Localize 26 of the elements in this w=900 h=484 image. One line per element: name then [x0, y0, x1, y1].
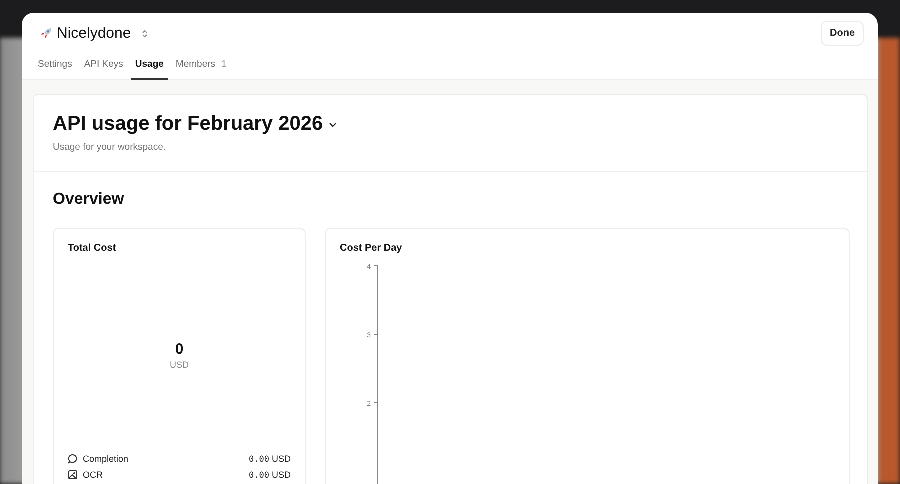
image-icon: [68, 470, 78, 480]
member-count: 1: [222, 59, 227, 70]
workspace-name: Nicelydone: [57, 25, 132, 42]
chat-bubble-icon: [68, 454, 78, 464]
tab[interactable]: Members 1: [172, 55, 231, 80]
cost-amount: 0.00 USD: [248, 470, 291, 480]
tab-label: Usage: [135, 59, 164, 70]
card-title: Total Cost: [68, 243, 118, 254]
rocket-icon: [40, 27, 53, 40]
cost-label: OCR: [83, 470, 103, 480]
page-subtitle: Usage for your workspace.: [53, 142, 167, 153]
chevron-up-down-icon[interactable]: [141, 28, 150, 38]
tab[interactable]: API Keys: [80, 55, 128, 80]
tab-label: Members: [176, 59, 216, 70]
card-title: Cost Per Day: [340, 243, 404, 254]
section-title: Overview: [53, 191, 126, 209]
total-value: 0: [175, 341, 184, 358]
page-title: API usage for February 2026: [53, 113, 324, 136]
tab-label: API Keys: [84, 59, 124, 70]
done-button[interactable]: Done: [821, 21, 864, 46]
tab-label: Settings: [38, 59, 72, 70]
currency-label: USD: [170, 360, 189, 370]
tab[interactable]: Settings: [34, 55, 76, 80]
cost-label: Completion: [83, 454, 129, 464]
chevron-down-icon[interactable]: [329, 122, 338, 128]
cost-amount: 0.00 USD: [248, 454, 291, 464]
